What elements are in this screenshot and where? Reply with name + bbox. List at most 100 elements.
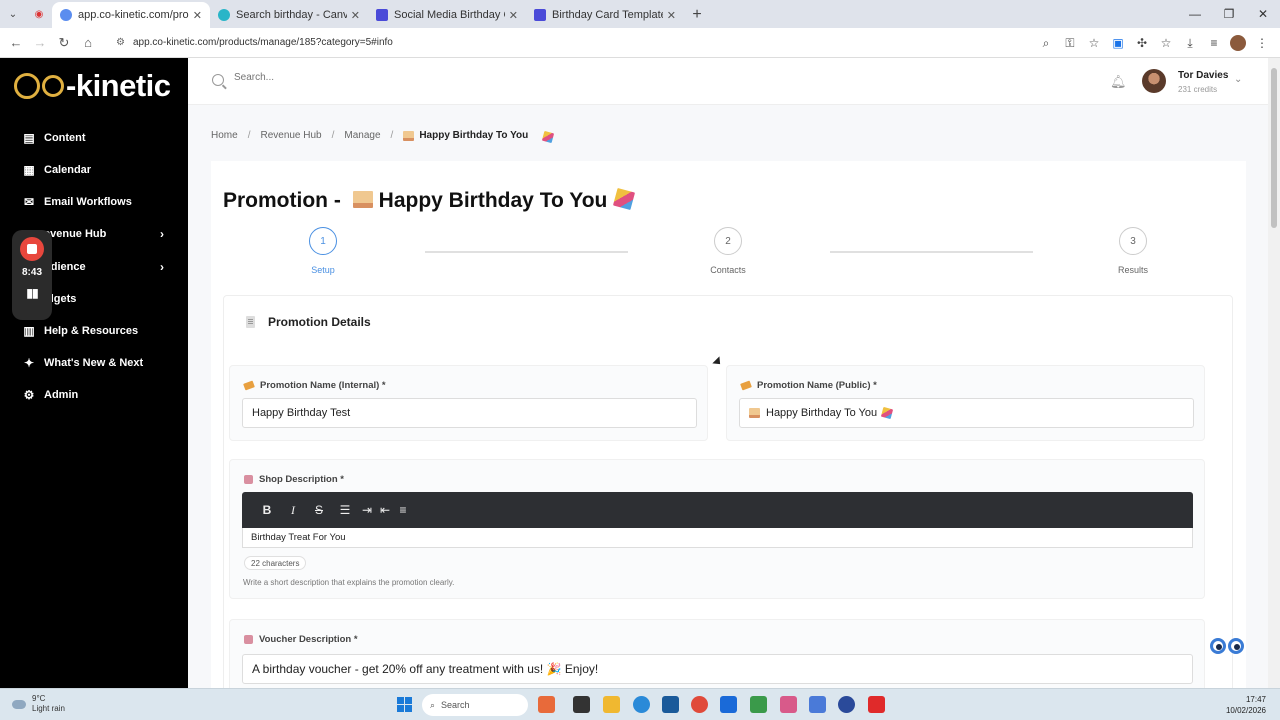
taskbar-search[interactable]: ⌕ Search [422,694,528,716]
sidebar-item-whats-new[interactable]: ✦ What's New & Next [22,352,172,374]
gift-icon [244,635,253,644]
book-icon: ▥ [23,324,35,338]
tab-close-icon[interactable]: ✕ [351,9,360,22]
outdent-button[interactable]: ⇤ [376,503,394,517]
voucher-description-label: Voucher Description * [244,634,358,645]
indent-button[interactable]: ⇥ [358,503,376,517]
co-kinetic-logo[interactable]: -kinetic [14,68,171,104]
promotion-details-section: Promotion Details Promotion Name (Intern… [223,295,1233,688]
bookmark-star-icon[interactable]: ☆ [1082,36,1106,50]
sidebar-item-calendar[interactable]: ▦ Calendar [22,159,172,181]
chevron-down-icon[interactable]: ⌄ [1234,74,1242,85]
shop-description-field: Shop Description * B I S ☰ ⇥ ⇤ ≡ Birthda… [229,459,1205,599]
chat-assistant-button[interactable] [1210,632,1250,662]
bookmark-favicon-icon [376,9,388,21]
snipping-tool-icon[interactable] [780,696,797,713]
step-1-circle[interactable]: 1 [309,227,337,255]
settings-app-icon[interactable] [809,696,826,713]
media-control-icon[interactable]: ≡ [1202,36,1226,50]
back-icon[interactable]: ← [4,35,28,50]
bookmark-favicon-icon [534,9,546,21]
browser-tab-social-media[interactable]: Social Media Birthday Card Tem ✕ [368,2,526,28]
chatbot-eye-icon [1210,638,1226,654]
step-2-circle[interactable]: 2 [714,227,742,255]
voucher-description-input[interactable]: A birthday voucher - get 20% off any tre… [242,654,1193,684]
bold-button[interactable]: B [254,503,280,517]
strikethrough-button[interactable]: S [306,503,332,517]
store-icon[interactable] [662,696,679,713]
breadcrumb: Home / Revenue Hub / Manage / Happy Birt… [211,130,563,144]
reading-list-icon[interactable]: ☆ [1154,36,1178,50]
tab-close-icon[interactable]: ✕ [509,9,518,22]
user-name[interactable]: Tor Davies [1178,70,1228,81]
search-input[interactable] [234,72,534,83]
task-view-icon[interactable] [573,696,590,713]
breadcrumb-revenue-hub[interactable]: Revenue Hub [260,130,321,142]
widgets-app-icon[interactable] [538,696,555,713]
shop-description-editor[interactable]: Birthday Treat For You [242,528,1193,548]
italic-button[interactable]: I [280,503,306,518]
new-tab-button[interactable]: + [684,2,710,28]
file-explorer-icon[interactable] [603,696,620,713]
shop-description-label-text: Shop Description * [259,474,344,485]
sidebar-item-content[interactable]: ▤ Content [22,127,172,149]
taskbar-search-label: Search [441,700,470,710]
forward-icon[interactable]: → [28,35,52,50]
system-clock[interactable]: 17:47 10/02/2026 [1226,694,1266,716]
download-icon[interactable]: ⤓ [1178,36,1202,51]
logo-ring-icon [42,75,64,97]
window-controls: — ❐ ✕ [1178,0,1280,28]
tab-close-icon[interactable]: ✕ [667,9,676,22]
site-info-icon[interactable]: ⚙ [116,37,125,48]
stop-recording-button[interactable] [20,237,44,261]
reload-icon[interactable]: ↻ [52,35,76,51]
minimize-icon[interactable]: — [1178,0,1212,28]
public-name-value: Happy Birthday To You [766,407,878,419]
public-name-input[interactable]: Happy Birthday To You [739,398,1194,428]
sidebar-item-email-workflows[interactable]: ✉ Email Workflows [22,191,172,213]
tab-close-icon[interactable]: ✕ [193,9,202,22]
logo-text: -kinetic [66,68,171,103]
extensions-puzzle-icon[interactable]: ✣ [1130,36,1154,50]
bell-icon[interactable]: 🔔︎ [1110,74,1127,90]
outlook-icon[interactable] [720,696,737,713]
pause-recording-icon[interactable]: ▮▮ [26,286,38,300]
browser-tab-cokinetic[interactable]: app.co-kinetic.com/products/m ✕ [52,2,210,28]
tab-search-chevron-icon[interactable]: ⌄ [0,0,26,28]
browser-menu-icon[interactable]: ⋮ [1250,36,1274,50]
edge-browser-icon[interactable] [633,696,650,713]
browser-tab-canva[interactable]: Search birthday - Canva ✕ [210,2,368,28]
internal-name-field: Promotion Name (Internal) * Happy Birthd… [229,365,708,441]
close-window-icon[interactable]: ✕ [1246,0,1280,28]
document-icon [246,316,255,328]
youtube-icon[interactable] [868,696,885,713]
step-3-circle[interactable]: 3 [1119,227,1147,255]
windows-start-icon[interactable] [397,697,412,712]
scrollbar-thumb[interactable] [1271,68,1277,228]
password-manager-icon[interactable] [838,696,855,713]
search-icon [212,74,224,86]
align-button[interactable]: ≡ [394,503,412,517]
avatar[interactable] [1142,69,1166,93]
profile-avatar-icon[interactable] [1230,35,1246,51]
bullet-list-button[interactable]: ☰ [332,503,358,517]
url-field[interactable]: ⚙ app.co-kinetic.com/products/manage/185… [108,32,988,54]
sidebar-item-help-resources[interactable]: ▥ Help & Resources [22,320,172,342]
breadcrumb-manage[interactable]: Manage [344,130,380,142]
maximize-icon[interactable]: ❐ [1212,0,1246,28]
zoom-icon[interactable]: ⌕ [1034,36,1058,51]
app-icon[interactable] [750,696,767,713]
page-scrollbar[interactable] [1268,58,1280,688]
weather-widget[interactable]: 9°C Light rain [12,694,65,714]
extension-badge-icon[interactable]: ▣ [1106,36,1130,50]
home-icon[interactable]: ⌂ [76,35,100,50]
browser-tab-birthday-card[interactable]: Birthday Card Template for Co- ✕ [526,2,684,28]
sidebar-item-admin[interactable]: ⚙ Admin [22,384,172,406]
search-icon: ⌕ [430,699,436,710]
password-key-icon[interactable]: ⚿ [1058,36,1082,51]
chrome-browser-icon[interactable] [691,696,708,713]
section-title: Promotion Details [268,315,371,329]
shop-description-label: Shop Description * [244,474,344,485]
internal-name-input[interactable]: Happy Birthday Test [242,398,697,428]
breadcrumb-home[interactable]: Home [211,130,238,142]
